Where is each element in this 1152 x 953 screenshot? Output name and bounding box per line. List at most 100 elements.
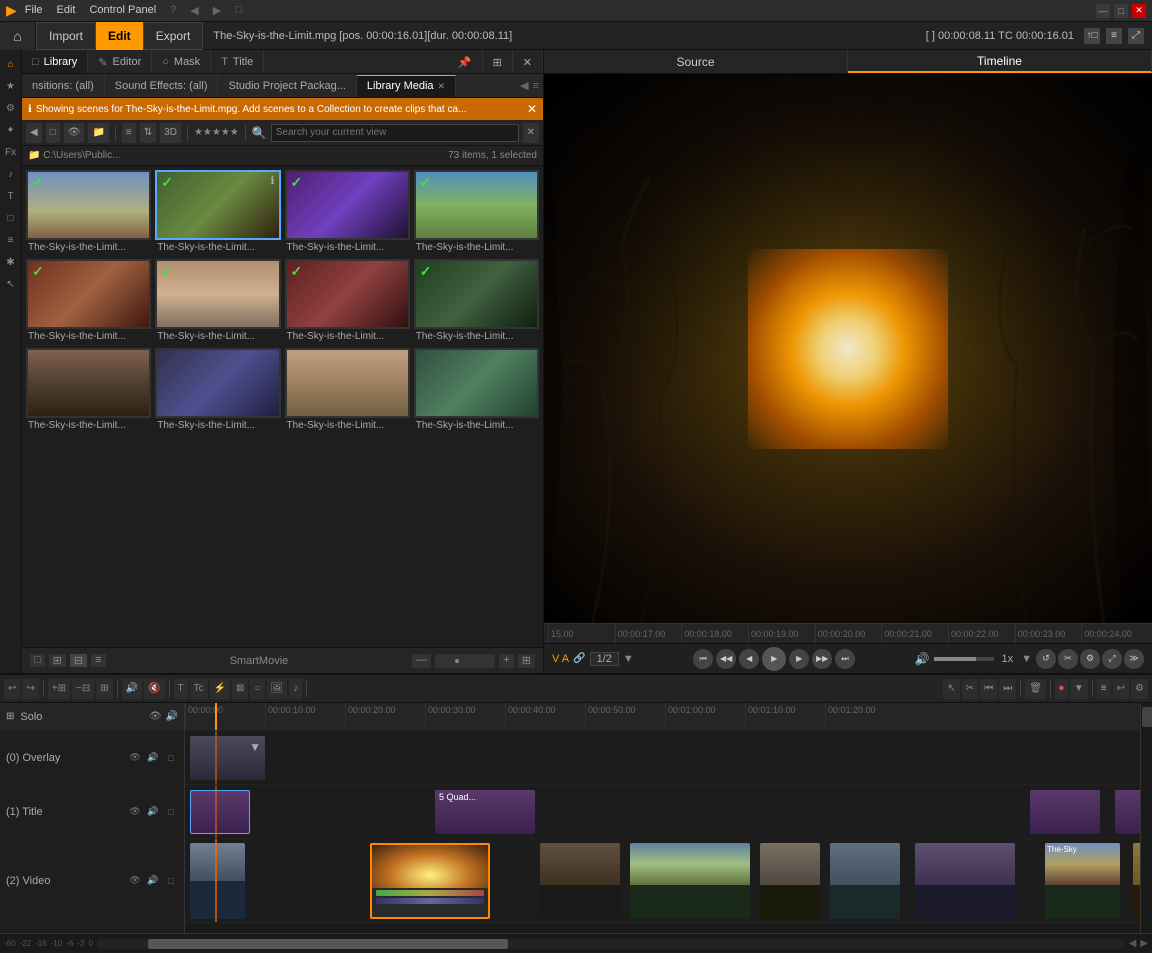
tl-next-btn[interactable]: ⏭ — [999, 679, 1016, 699]
ratio-selector[interactable]: 1/2 — [590, 652, 619, 666]
list-item[interactable]: The-Sky-is-the-Limit... — [155, 348, 280, 433]
menu-help-icon[interactable]: ? — [170, 4, 176, 17]
grid-btn[interactable]: ⊞ — [518, 654, 535, 668]
tab-mask[interactable]: ○ Mask — [152, 51, 211, 73]
overlay-vol-btn[interactable]: 🔊 — [146, 751, 160, 765]
video-vis-btn[interactable]: 👁 — [128, 874, 142, 888]
title-more-btn[interactable]: □ — [164, 805, 178, 819]
tab-library[interactable]: □ Library — [22, 51, 88, 73]
sidebar-icon-home[interactable]: ⌂ — [1, 54, 21, 74]
tl-prev-btn[interactable]: ⏮ — [980, 679, 997, 699]
clip-overlay-1[interactable]: ▼ — [190, 736, 265, 780]
right-scrollbar[interactable] — [1140, 703, 1152, 933]
settings-icon[interactable]: ≡ — [1106, 28, 1122, 44]
tl-btn-audio[interactable]: ♪ — [289, 679, 302, 699]
list-item[interactable]: ✓ ℹ The-Sky-is-the-Limit... — [155, 170, 280, 255]
fullscreen-button[interactable]: ⤢ — [1102, 649, 1122, 669]
tl-btn-mute[interactable]: 🔇 — [144, 679, 164, 699]
media-list-btn[interactable]: ≡ — [122, 123, 136, 143]
track-vis-icon[interactable]: 👁 — [149, 711, 162, 722]
ratio-dropdown-icon[interactable]: ▼ — [623, 653, 634, 665]
more-button[interactable]: ≫ — [1124, 649, 1144, 669]
list-item[interactable]: ✓ The-Sky-is-the-Limit... — [285, 170, 410, 255]
loop-button[interactable]: ↺ — [1036, 649, 1056, 669]
list-item[interactable]: ✓ The-Sky-is-the-Limit... — [285, 259, 410, 344]
scroll-arrow-right[interactable]: ▶ — [1140, 938, 1148, 949]
import-button[interactable]: Import — [36, 22, 96, 50]
tl-btn-text[interactable]: T — [174, 679, 188, 699]
zoom-out-btn[interactable]: — — [412, 654, 431, 668]
prev-button[interactable]: ◀ — [739, 649, 759, 669]
zoom-slider[interactable] — [435, 654, 495, 668]
list-item[interactable]: ✓ The-Sky-is-the-Limit... — [414, 259, 539, 344]
expand-icon[interactable]: ⤢ — [1128, 28, 1144, 44]
export-file-icon[interactable]: ↑□ — [1084, 28, 1100, 44]
overlay-vis-btn[interactable]: 👁 — [128, 751, 142, 765]
minimize-button[interactable]: — — [1096, 4, 1110, 18]
clip-button[interactable]: ✂ — [1058, 649, 1078, 669]
list-item[interactable]: The-Sky-is-the-Limit... — [414, 348, 539, 433]
sidebar-icon-layers[interactable]: ≡ — [1, 230, 21, 250]
menu-back[interactable]: ◀ — [190, 4, 198, 17]
track-vol-icon[interactable]: 🔊 — [166, 711, 178, 722]
tl-red-btn[interactable]: ⏺ — [1055, 679, 1068, 699]
close-button[interactable]: ✕ — [1132, 4, 1146, 18]
tl-btn-vol[interactable]: 🔊 — [122, 679, 142, 699]
tab-timeline[interactable]: Timeline — [848, 50, 1152, 73]
view-mode-btn-2[interactable]: ⊞ — [49, 654, 66, 667]
video-vol-btn[interactable]: 🔊 — [146, 874, 160, 888]
tab-expand[interactable]: ⊞ — [483, 51, 513, 73]
list-item[interactable]: The-Sky-is-the-Limit... — [26, 348, 151, 433]
scrollbar-thumb[interactable] — [1142, 707, 1152, 727]
tab-close[interactable]: ✕ — [513, 51, 543, 73]
clip-video-5[interactable] — [760, 843, 820, 919]
subtab-menu[interactable]: ≡ — [533, 80, 539, 92]
list-item[interactable]: ✓ The-Sky-is-the-Limit... — [414, 170, 539, 255]
info-close-button[interactable]: ✕ — [527, 102, 537, 116]
sidebar-icon-settings[interactable]: ⚙ — [1, 98, 21, 118]
tl-btn-fx2[interactable]: ⊠ — [232, 679, 248, 699]
view-mode-btn-4[interactable]: ≡ — [91, 654, 105, 667]
tl-btn-add[interactable]: +⊞ — [48, 679, 70, 699]
sidebar-icon-cursor[interactable]: ↖ — [1, 274, 21, 294]
sidebar-icon-fx[interactable]: Fx — [1, 142, 21, 162]
subtab-library-media[interactable]: Library Media ✕ — [357, 75, 456, 97]
menu-doc[interactable]: □ — [235, 4, 242, 17]
title-vol-btn[interactable]: 🔊 — [146, 805, 160, 819]
tl-smart-btn[interactable]: ≡ — [1097, 679, 1111, 699]
subtab-arrow-left[interactable]: ◀ — [520, 79, 528, 92]
tl-more-btn[interactable]: ▼ — [1070, 679, 1088, 699]
clip-title-2[interactable]: 5 Quad... — [435, 790, 535, 834]
zoom-in-btn[interactable]: + — [499, 654, 513, 668]
media-search-input[interactable] — [271, 124, 519, 142]
clip-title-1[interactable] — [190, 790, 250, 834]
timeline-scrollbar-track[interactable] — [97, 939, 1125, 949]
scroll-arrow-left[interactable]: ◀ — [1129, 938, 1137, 949]
prev-frame-button[interactable]: ◀◀ — [716, 649, 736, 669]
tl-btn-del[interactable]: −⊟ — [72, 679, 94, 699]
sidebar-icon-effects[interactable]: ✦ — [1, 120, 21, 140]
tab-source[interactable]: Source — [544, 50, 848, 73]
video-more-btn[interactable]: □ — [164, 874, 178, 888]
tl-btn-mask[interactable]: ○ — [250, 679, 264, 699]
list-item[interactable]: ✓ The-Sky-is-the-Limit... — [155, 259, 280, 344]
speed-dropdown[interactable]: ▼ — [1021, 653, 1032, 665]
media-eye-btn[interactable]: 👁 — [64, 123, 85, 143]
subtab-studio[interactable]: Studio Project Packag... — [218, 75, 356, 97]
subtab-sound[interactable]: Sound Effects: (all) — [105, 75, 219, 97]
sidebar-icon-text[interactable]: T — [1, 186, 21, 206]
clip-video-7[interactable] — [915, 843, 1015, 919]
sidebar-icon-wand[interactable]: ✱ — [1, 252, 21, 272]
clip-title-3[interactable] — [1030, 790, 1100, 834]
menu-forward[interactable]: ▶ — [213, 4, 221, 17]
tl-btn-tc[interactable]: Tc — [190, 679, 208, 699]
tab-title[interactable]: T Title — [211, 51, 264, 73]
tl-undo2-btn[interactable]: ↩ — [1113, 679, 1129, 699]
menu-file[interactable]: File — [25, 4, 43, 17]
sidebar-icon-shape[interactable]: □ — [1, 208, 21, 228]
clip-video-6[interactable] — [830, 843, 900, 919]
next-frame-button[interactable]: ▶▶ — [812, 649, 832, 669]
tl-del-btn[interactable]: 🗑 — [1025, 679, 1046, 699]
media-clear-btn[interactable]: ✕ — [523, 123, 539, 143]
media-back-btn[interactable]: ◀ — [26, 123, 42, 143]
